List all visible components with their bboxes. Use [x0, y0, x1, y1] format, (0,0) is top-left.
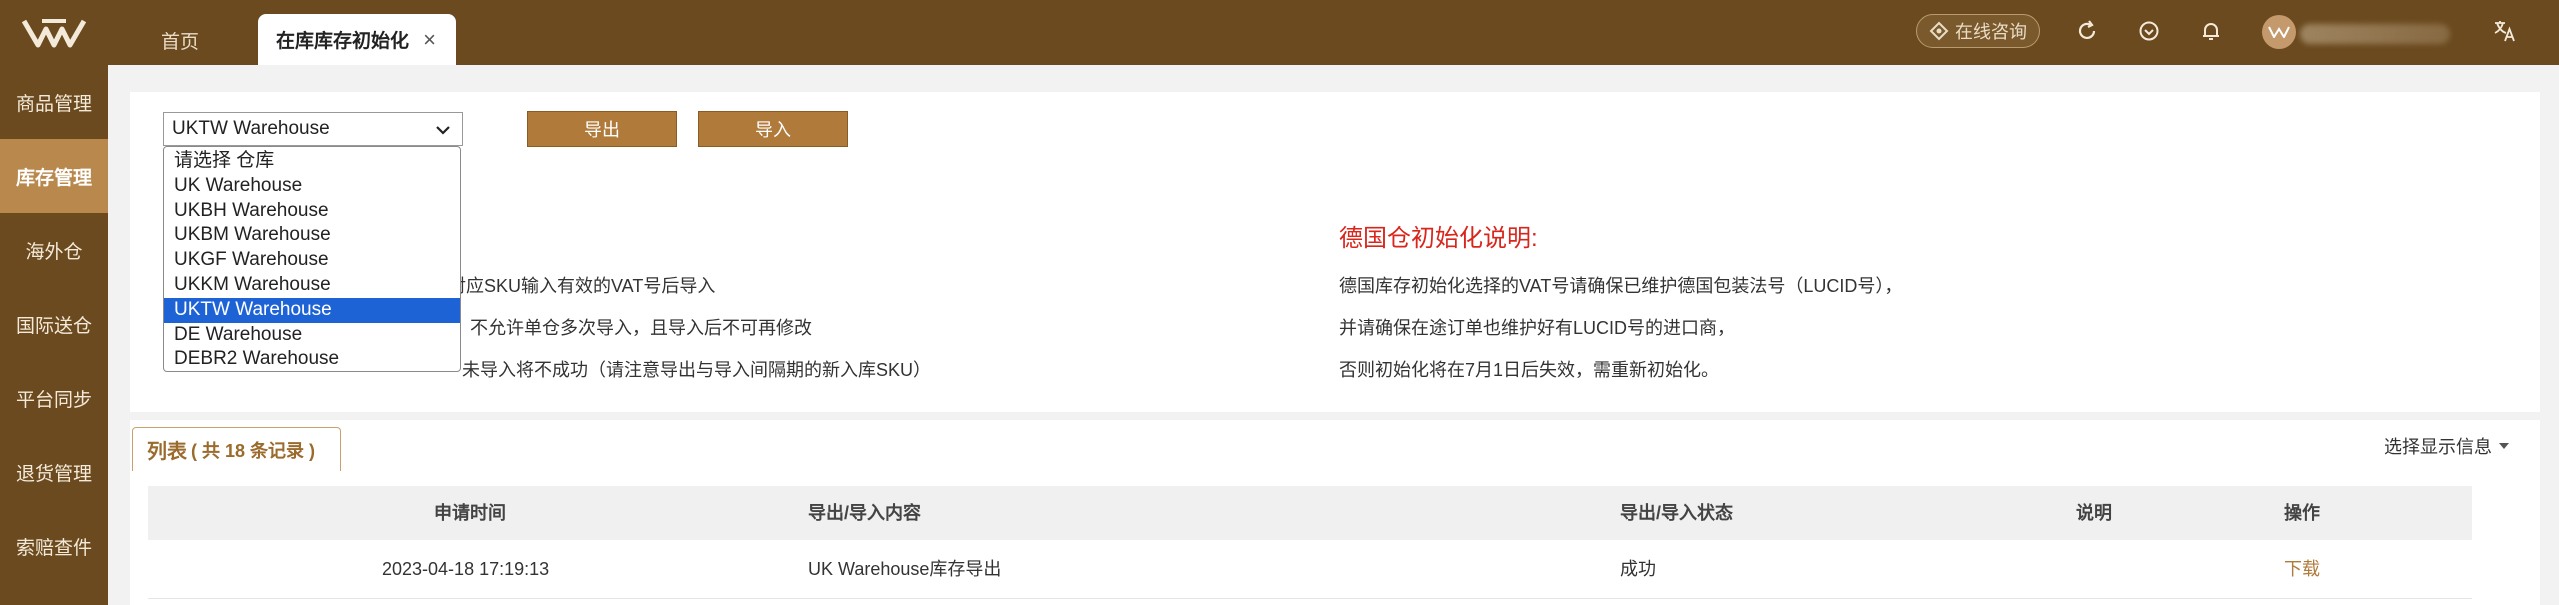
- sidebar-item-intl-shipping[interactable]: 国际送仓: [0, 287, 108, 361]
- tab-inventory-init[interactable]: 在库库存初始化 ×: [258, 14, 456, 65]
- logo-icon: [22, 18, 86, 47]
- table-header: 申请时间 导出/导入内容 导出/导入状态 说明 操作: [148, 486, 2472, 540]
- de-note-line: 否则初始化将在7月1日后失效，需重新初始化。: [1339, 360, 1720, 380]
- warehouse-option[interactable]: DEBR2 Warehouse: [164, 347, 460, 372]
- warehouse-option[interactable]: 请选择 仓库: [164, 149, 460, 174]
- header-status[interactable]: 导出/导入状态: [1620, 486, 1733, 540]
- avatar[interactable]: [2262, 15, 2296, 49]
- online-consult-button[interactable]: 在线咨询: [1916, 14, 2040, 48]
- record-count: ( 共 18 条记录 ): [191, 440, 316, 461]
- cell-content: UK Warehouse库存导出: [808, 559, 1002, 579]
- sidebar-item-products[interactable]: 商品管理: [0, 65, 108, 139]
- warehouse-select-value: UKTW Warehouse: [172, 118, 330, 139]
- sidebar: 商品管理 库存管理 海外仓 国际送仓 平台同步 退货管理 索赔查件: [0, 65, 108, 605]
- warehouse-option[interactable]: UKKM Warehouse: [164, 273, 460, 298]
- avatar-logo-icon: [2268, 26, 2290, 38]
- de-note-line: 德国库存初始化选择的VAT号请确保已维护德国包装法号（LUCID号），: [1339, 276, 1903, 296]
- caret-down-icon: [2499, 443, 2509, 449]
- column-display-toggle[interactable]: 选择显示信息: [2384, 433, 2510, 459]
- export-button[interactable]: 导出: [527, 111, 677, 147]
- download-link[interactable]: 下载: [2284, 540, 2320, 599]
- refresh-icon[interactable]: [2072, 16, 2102, 46]
- chevron-down-icon: [436, 126, 450, 135]
- header-content[interactable]: 导出/导入内容: [808, 486, 921, 540]
- header-time[interactable]: 申请时间: [434, 486, 506, 540]
- online-consult-label: 在线咨询: [1955, 22, 2027, 42]
- sidebar-item-claims[interactable]: 索赔查件: [0, 509, 108, 583]
- top-bar: 首页 在库库存初始化 × 在线咨询: [0, 0, 2559, 65]
- tab-home[interactable]: 首页: [145, 18, 215, 63]
- de-note-line: 并请确保在途订单也维护好有LUCID号的进口商，: [1339, 318, 1736, 338]
- note-line: 未导入将不成功（请注意导出与导入间隔期的新入库SKU）: [462, 360, 932, 380]
- sidebar-item-inventory[interactable]: 库存管理: [0, 139, 108, 213]
- tab-inventory-init-label: 在库库存初始化: [276, 31, 410, 52]
- header-action: 操作: [2284, 503, 2320, 523]
- de-warehouse-notes-title: 德国仓初始化说明:: [1339, 225, 1538, 252]
- logo[interactable]: [0, 0, 108, 65]
- warehouse-option[interactable]: UK Warehouse: [164, 174, 460, 199]
- support-icon[interactable]: [2134, 16, 2164, 46]
- close-icon[interactable]: ×: [423, 27, 436, 53]
- note-line: 不允许单仓多次导入，且导入后不可再修改: [470, 318, 812, 338]
- sidebar-item-overseas-warehouse[interactable]: 海外仓: [0, 213, 108, 287]
- chat-icon: [1929, 21, 1949, 41]
- warehouse-select[interactable]: UKTW Warehouse: [163, 112, 463, 146]
- warehouse-option-selected[interactable]: UKTW Warehouse: [164, 297, 460, 323]
- list-tab-label: 列表: [147, 441, 187, 463]
- sidebar-item-returns[interactable]: 退货管理: [0, 435, 108, 509]
- column-display-label: 选择显示信息: [2384, 437, 2492, 457]
- import-button[interactable]: 导入: [698, 111, 848, 147]
- note-line: 入对应SKU输入有效的VAT号后导入: [430, 276, 716, 296]
- warehouse-option[interactable]: UKBM Warehouse: [164, 223, 460, 248]
- cell-time: 2023-04-18 17:19:13: [382, 559, 550, 579]
- table-row: 2023-04-18 17:19:13 UK Warehouse库存导出 成功 …: [148, 540, 2472, 599]
- warehouse-dropdown: 请选择 仓库 UK Warehouse UKBH Warehouse UKBM …: [163, 146, 461, 372]
- sidebar-item-platform-sync[interactable]: 平台同步: [0, 361, 108, 435]
- list-tab[interactable]: 列表 ( 共 18 条记录 ): [132, 427, 341, 471]
- warehouse-option[interactable]: UKGF Warehouse: [164, 248, 460, 273]
- bell-icon[interactable]: [2196, 16, 2226, 46]
- cell-status: 成功: [1620, 559, 1656, 579]
- warehouse-option[interactable]: DE Warehouse: [164, 323, 460, 348]
- user-name-redacted: [2300, 24, 2450, 44]
- warehouse-option[interactable]: UKBH Warehouse: [164, 199, 460, 224]
- header-note[interactable]: 说明: [2076, 486, 2112, 540]
- language-icon[interactable]: [2490, 16, 2520, 46]
